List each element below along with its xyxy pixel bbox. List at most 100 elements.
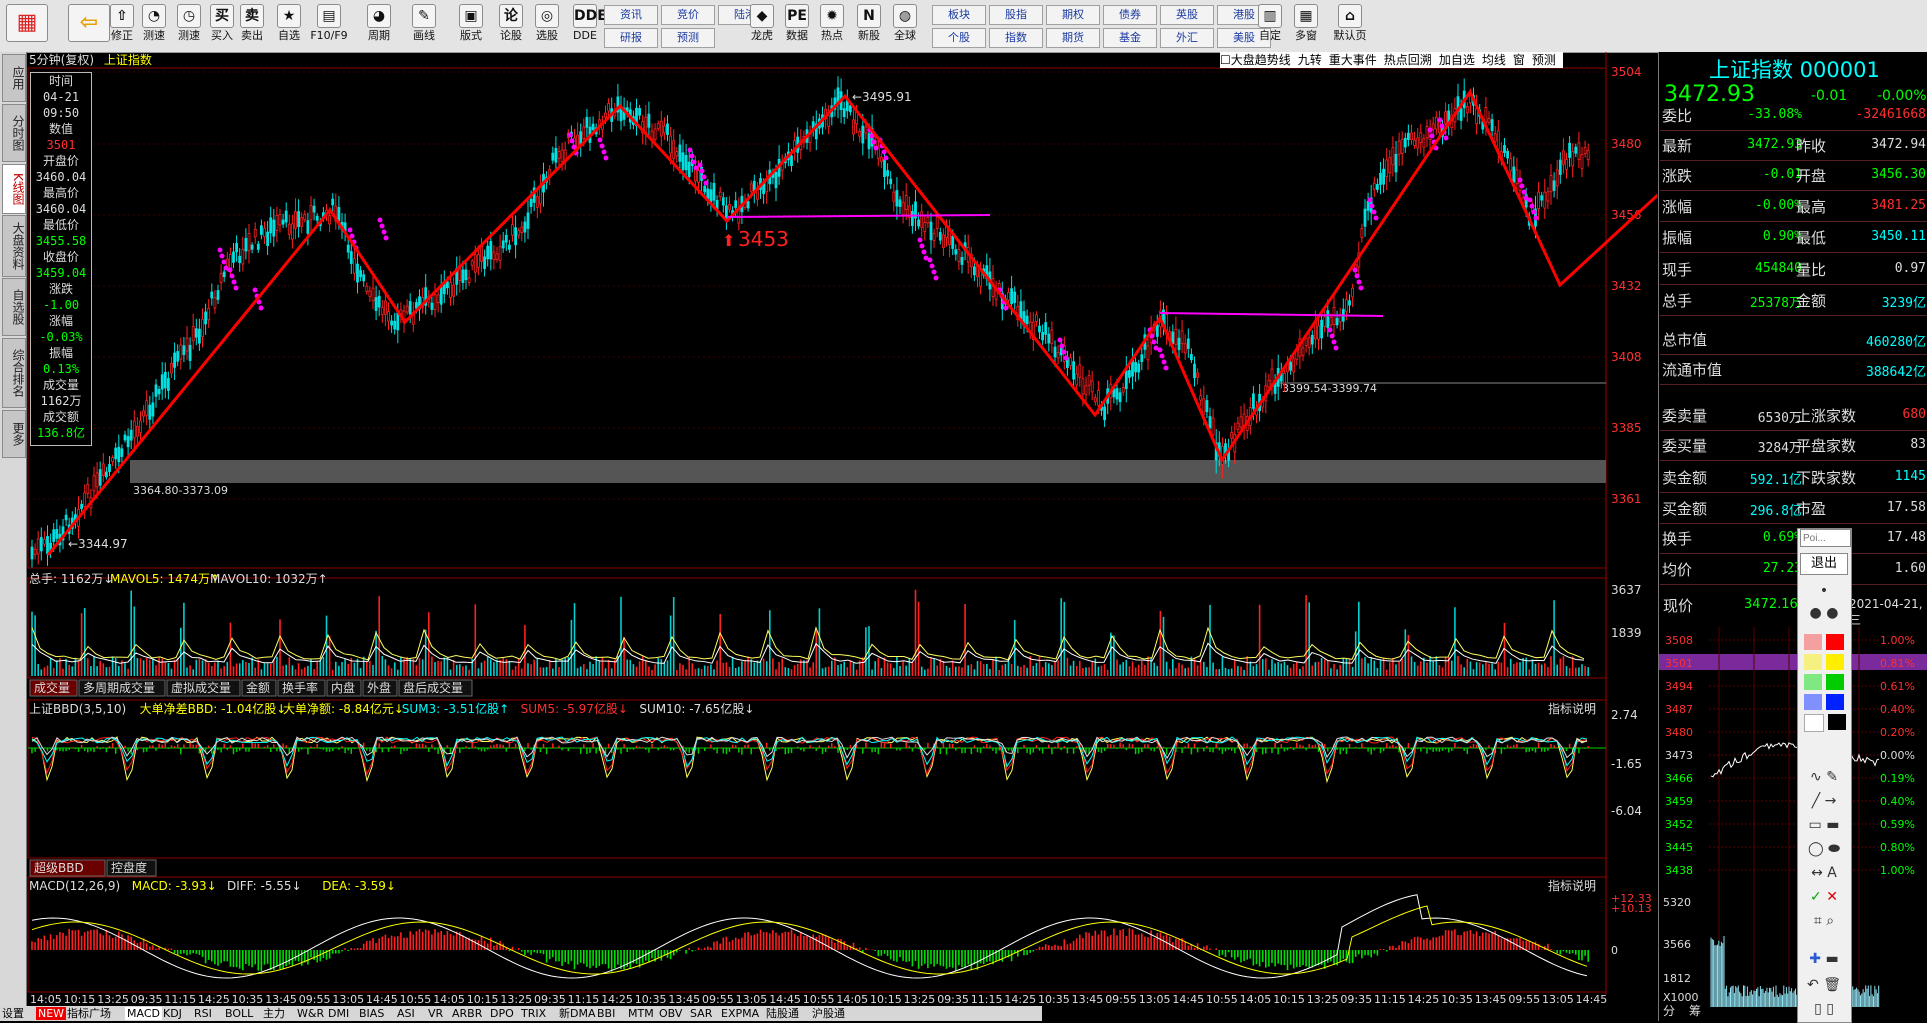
swatch-black[interactable] [1828, 714, 1846, 730]
pe-tool-button[interactable]: PE 数据 [780, 3, 814, 49]
indicator-tab-8[interactable]: W&R [297, 1007, 324, 1020]
quick2-top-2[interactable]: 期权 [1046, 5, 1100, 25]
indicator-tab-7[interactable]: 主力 [263, 1007, 285, 1020]
copy-doc-icon[interactable]: ▯ ▯ [1802, 999, 1846, 1019]
tiger-tool-button[interactable]: ◆ 龙虎 [745, 3, 779, 49]
quick2-bottom-0[interactable]: 个股 [932, 28, 986, 48]
quick2-bottom-3[interactable]: 基金 [1103, 28, 1157, 48]
volume-tab-3[interactable]: 金额 [246, 680, 270, 695]
swatch-white[interactable] [1804, 714, 1824, 732]
header-tool-7[interactable]: 预测 [1532, 53, 1556, 67]
volume-tab-1[interactable]: 多周期成交量 [83, 680, 155, 695]
mini-tab-0[interactable]: 分 [1663, 1004, 1675, 1017]
quick2-bottom-2[interactable]: 期货 [1046, 28, 1100, 48]
hot-tool-button[interactable]: ✹ 热点 [815, 3, 849, 49]
indicator-tab-13[interactable]: ARBR [452, 1007, 482, 1020]
quick2-top-4[interactable]: 英股 [1160, 5, 1214, 25]
quick2-top-3[interactable]: 债券 [1103, 5, 1157, 25]
select-stock-tool-button[interactable]: ◎ 选股 [528, 3, 566, 49]
indicator-tab-12[interactable]: VR [428, 1007, 443, 1020]
volume-tab-7[interactable]: 盘后成交量 [403, 680, 463, 695]
header-tool-5[interactable]: 均线 [1482, 53, 1506, 67]
header-tool-6[interactable]: 窗 [1513, 53, 1525, 67]
quick-top-1[interactable]: 竞价 [661, 5, 715, 25]
swatch-yellow[interactable] [1826, 654, 1844, 670]
indicator-tab-6[interactable]: BOLL [225, 1007, 253, 1020]
swatch-red[interactable] [1826, 634, 1844, 650]
volume-tab-2[interactable]: 虚拟成交量 [171, 680, 231, 695]
index-name[interactable]: 上证指数 [104, 53, 152, 67]
indicator-tab-1[interactable]: NEW [36, 1007, 67, 1020]
indicator-tab-11[interactable]: ASI [397, 1007, 415, 1020]
indicator-tab-10[interactable]: BIAS [359, 1007, 384, 1020]
indicator-tab-15[interactable]: TRIX [521, 1007, 546, 1020]
left-tab-1[interactable]: 分时图 [2, 104, 26, 162]
indicator-tab-18[interactable]: MTM [628, 1007, 654, 1020]
palette-exit-button[interactable]: 退出 [1800, 553, 1848, 575]
header-tool-3[interactable]: 热点回溯 [1384, 53, 1432, 67]
indicator-tab-17[interactable]: BBI [597, 1007, 615, 1020]
swatch-lightgreen[interactable] [1804, 674, 1822, 690]
quick2-bottom-4[interactable]: 外汇 [1160, 28, 1214, 48]
left-tab-0[interactable]: 应用 [2, 54, 26, 102]
multi-window-tool-button[interactable]: ▦ 多窗 [1288, 3, 1324, 49]
crop-zoom-icon[interactable]: ⌗ ⌕ [1802, 911, 1846, 931]
header-tool-1[interactable]: 九转 [1298, 53, 1322, 67]
dot-small-icon[interactable]: • [1802, 581, 1846, 601]
volume-tab-0[interactable]: 成交量 [34, 680, 70, 695]
quick-top-0[interactable]: 资讯 [604, 5, 658, 25]
f10-tool-button[interactable]: ▤ F10/F9 [310, 3, 348, 49]
period-label[interactable]: 5分钟(复权) [29, 53, 94, 67]
curve-tool-icon[interactable]: ∿ ✎ [1802, 767, 1846, 787]
left-tab-4[interactable]: 自选股 [2, 278, 26, 336]
swatch-green[interactable] [1826, 674, 1844, 690]
header-tool-0[interactable]: ☐大盘趋势线 [1220, 53, 1291, 67]
swatch-pink[interactable] [1804, 634, 1822, 650]
indicator-tab-9[interactable]: DMI [328, 1007, 349, 1020]
check-cross-icon[interactable]: ✓ ✕ [1802, 887, 1846, 907]
indicator-tab-19[interactable]: OBV [659, 1007, 682, 1020]
undo-delete-icon[interactable]: ↶ 🗑 [1802, 975, 1846, 995]
sell-tool-button[interactable]: 卖卖出 [233, 3, 271, 49]
bbd-explain-link[interactable]: 指标说明 [1548, 701, 1596, 716]
palette-search-input[interactable] [1800, 529, 1851, 547]
indicator-tab-22[interactable]: 陆股通 [766, 1007, 799, 1020]
quick2-bottom-1[interactable]: 指数 [989, 28, 1043, 48]
layout-tool-button[interactable]: ▣ 版式 [452, 3, 490, 49]
bbd-tab-1[interactable]: 控盘度 [111, 860, 147, 875]
home-tool-button[interactable]: ⌂ 默认页 [1328, 3, 1372, 49]
left-tab-6[interactable]: 更多 [2, 410, 26, 458]
indicator-tab-21[interactable]: EXPMA [721, 1007, 759, 1020]
mini-tab-1[interactable]: 筹 [1689, 1004, 1701, 1017]
line-tool-icon[interactable]: ╱ → [1802, 791, 1846, 811]
bbd-tab-0[interactable]: 超级BBD [34, 860, 84, 875]
indicator-tab-16[interactable]: 新DMA [559, 1007, 596, 1020]
header-tool-2[interactable]: 重大事件 [1329, 53, 1377, 67]
volume-tab-5[interactable]: 内盘 [331, 680, 355, 695]
indicator-tab-0[interactable]: 设置 [2, 1007, 24, 1020]
quick2-top-1[interactable]: 股指 [989, 5, 1043, 25]
left-tab-5[interactable]: 综合排名 [2, 338, 26, 408]
dde-tool-button[interactable]: DDE DDE [566, 3, 607, 49]
indicator-tab-23[interactable]: 沪股通 [812, 1007, 845, 1020]
period-tool-button[interactable]: ◕ 周期 [360, 3, 398, 49]
indicator-tab-20[interactable]: SAR [690, 1007, 712, 1020]
swatch-lightyellow[interactable] [1804, 654, 1822, 670]
indicator-tab-3[interactable]: MACD [125, 1007, 162, 1020]
windows-logo-tool-button[interactable]: ▦ [2, 3, 52, 49]
quick-bottom-0[interactable]: 研报 [604, 28, 658, 48]
quick2-top-0[interactable]: 板块 [932, 5, 986, 25]
discuss-tool-button[interactable]: 论论股 [492, 3, 530, 49]
pen-tool-button[interactable]: ✎ 画线 [405, 3, 443, 49]
indicator-tab-2[interactable]: 指标广场 [67, 1007, 111, 1020]
volume-tab-4[interactable]: 换手率 [282, 680, 318, 695]
new-stock-tool-button[interactable]: N 新股 [852, 3, 886, 49]
left-tab-3[interactable]: 大盘资料 [2, 215, 26, 277]
rect-tool-icon[interactable]: ▭ ▬ [1802, 815, 1846, 835]
quick-bottom-1[interactable]: 预测 [661, 28, 715, 48]
swatch-blue[interactable] [1826, 694, 1844, 710]
macd-explain-link[interactable]: 指标说明 [1548, 878, 1596, 893]
custom-tool-button[interactable]: ▥ 自定 [1252, 3, 1288, 49]
indicator-tab-14[interactable]: DPO [490, 1007, 514, 1020]
star-tool-button[interactable]: ★ 自选 [270, 3, 308, 49]
